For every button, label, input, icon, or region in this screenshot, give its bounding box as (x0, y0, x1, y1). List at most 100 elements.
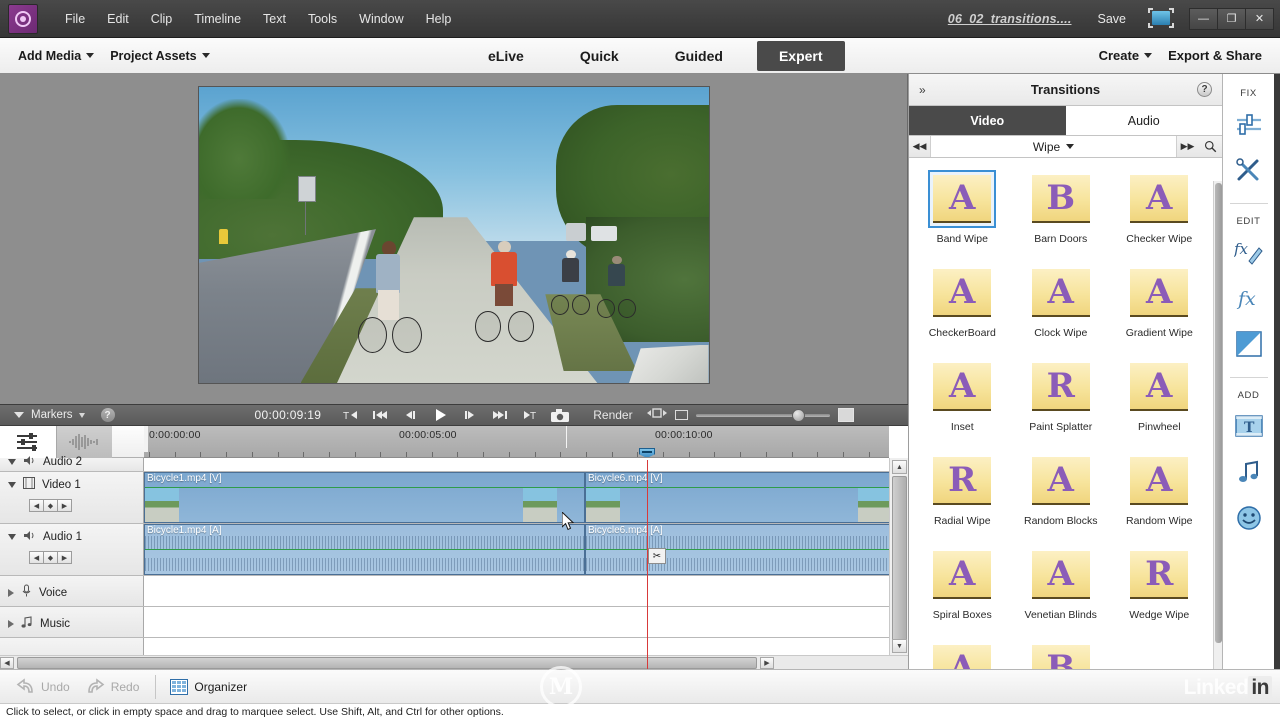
expand-track-icon[interactable] (8, 620, 14, 628)
track-voice[interactable]: Voice (0, 576, 889, 607)
transition-item[interactable]: R Paint Splatter (1012, 354, 1111, 448)
transition-item[interactable]: A Checker Wipe (1110, 166, 1209, 260)
timeline-horizontal-scrollbar[interactable]: ◀ ▶ (0, 655, 908, 669)
filter-prev-icon[interactable]: ◀◀ (909, 136, 931, 157)
transition-item[interactable]: A Venetian Blinds (1012, 542, 1111, 636)
scroll-up-icon[interactable]: ▲ (892, 460, 907, 474)
clip-bicycle6-video[interactable]: Bicycle6.mp4 [V] (585, 472, 892, 523)
help-icon[interactable]: ? (100, 408, 115, 422)
video-preview[interactable] (197, 86, 710, 384)
monitor-panel[interactable] (0, 74, 908, 404)
transition-item[interactable]: R Radial Wipe (913, 448, 1012, 542)
transition-item-partial[interactable]: B (1012, 636, 1111, 669)
track-nudge-controls-audio-1[interactable]: ◀ ◆ ▶ (29, 551, 143, 564)
transition-item[interactable]: A Spiral Boxes (913, 542, 1012, 636)
collapse-track-icon[interactable] (8, 534, 16, 540)
nudge-right-icon[interactable]: ▶ (57, 499, 72, 512)
snapshot-camera-icon[interactable] (545, 405, 575, 425)
transition-item[interactable]: B Barn Doors (1012, 166, 1111, 260)
markers-label[interactable]: Markers (31, 409, 73, 421)
collapse-track-icon[interactable] (8, 459, 16, 465)
tab-guided[interactable]: Guided (653, 41, 745, 71)
organizer-button[interactable]: Organizer (170, 678, 247, 695)
track-music[interactable]: Music (0, 607, 889, 638)
transitions-scrollbar[interactable] (1213, 181, 1222, 720)
transition-item[interactable]: A Random Wipe (1110, 448, 1209, 542)
screen-mode-icon[interactable] (1148, 7, 1174, 30)
add-media-button[interactable]: Add Media (10, 45, 102, 67)
track-header-music[interactable]: Music (0, 607, 144, 637)
step-forward-icon[interactable] (455, 405, 485, 425)
hscroll-thumb[interactable] (17, 656, 757, 669)
transition-item[interactable]: A Clock Wipe (1012, 260, 1111, 354)
transition-item[interactable]: A Random Blocks (1012, 448, 1111, 542)
nudge-center-icon[interactable]: ◆ (43, 499, 58, 512)
title-text-icon[interactable]: T (1232, 409, 1266, 443)
save-button[interactable]: Save (1098, 12, 1127, 26)
step-back-icon[interactable] (395, 405, 425, 425)
track-audio-1[interactable]: Audio 1 ◀ ◆ ▶ Bicycle1.mp4 [A] Bicycle6.… (0, 524, 892, 576)
menu-tools[interactable]: Tools (297, 8, 348, 30)
timeline-vertical-scrollbar[interactable]: ▲ ▼ (889, 458, 908, 655)
track-body-voice[interactable] (144, 576, 889, 606)
track-body-music[interactable] (144, 607, 889, 637)
scroll-right-icon[interactable]: ▶ (760, 656, 774, 669)
clip-bicycle1-audio[interactable]: Bicycle1.mp4 [A] (144, 524, 585, 575)
collapse-track-icon[interactable] (8, 482, 16, 488)
transition-item[interactable]: A Pinwheel (1110, 354, 1209, 448)
transition-icon[interactable] (1232, 327, 1266, 361)
work-area-start[interactable] (144, 426, 148, 452)
search-icon[interactable] (1198, 140, 1222, 153)
markers-expand-icon[interactable] (14, 412, 24, 418)
timeline-panel[interactable]: 0:00:00:00 00:00:05:00 00:00:10:00 Audio… (0, 426, 908, 669)
close-button[interactable]: ✕ (1245, 7, 1274, 30)
speaker-icon[interactable] (23, 528, 36, 546)
track-header-voice[interactable]: Voice (0, 576, 144, 606)
create-button[interactable]: Create (1091, 44, 1160, 67)
fit-to-window-icon[interactable] (837, 408, 854, 422)
undo-button[interactable]: Undo (16, 678, 70, 695)
render-button[interactable]: Render (593, 408, 632, 422)
speaker-icon[interactable] (23, 453, 36, 471)
track-body-audio-2[interactable] (144, 458, 889, 471)
music-note-icon[interactable] (21, 615, 33, 633)
transition-item[interactable]: A Inset (913, 354, 1012, 448)
scrollbar-thumb[interactable] (1215, 183, 1222, 643)
track-body-video-1[interactable]: Bicycle1.mp4 [V] Bicycle6.mp4 [V] (144, 472, 892, 523)
menu-text[interactable]: Text (252, 8, 297, 30)
zoom-in-icon[interactable] (674, 410, 688, 420)
zoom-slider-handle[interactable] (791, 408, 805, 422)
track-header-audio-1[interactable]: Audio 1 ◀ ◆ ▶ (0, 524, 144, 575)
go-to-prev-edit-icon[interactable]: T (335, 405, 365, 425)
menu-edit[interactable]: Edit (96, 8, 140, 30)
tab-quick[interactable]: Quick (558, 41, 641, 71)
microphone-icon[interactable] (21, 584, 32, 602)
tools-wrench-icon[interactable] (1232, 153, 1266, 187)
clip-bicycle6-audio[interactable]: Bicycle6.mp4 [A] (585, 524, 892, 575)
scroll-left-icon[interactable]: ◀ (0, 656, 14, 669)
expand-track-icon[interactable] (8, 589, 14, 597)
nudge-center-icon[interactable]: ◆ (43, 551, 58, 564)
transition-item-partial[interactable]: A (913, 636, 1012, 669)
play-icon[interactable] (425, 405, 455, 425)
smiley-graphics-icon[interactable] (1232, 501, 1266, 535)
nudge-right-icon[interactable]: ▶ (57, 551, 72, 564)
track-header-video-1[interactable]: Video 1 ◀ ◆ ▶ (0, 472, 144, 523)
tab-audio-transitions[interactable]: Audio (1065, 106, 1222, 135)
tab-elive[interactable]: eLive (466, 41, 546, 71)
tab-video-transitions[interactable]: Video (909, 106, 1066, 135)
menu-timeline[interactable]: Timeline (183, 8, 252, 30)
export-share-button[interactable]: Export & Share (1160, 44, 1270, 67)
filter-next-icon[interactable]: ▶▶ (1176, 136, 1198, 157)
menu-help[interactable]: Help (415, 8, 463, 30)
chevron-down-icon[interactable] (78, 412, 85, 418)
current-timecode[interactable]: 00:00:09:19 (255, 408, 322, 422)
track-header-audio-2[interactable]: Audio 2 (0, 456, 144, 471)
timeline-ruler[interactable]: 0:00:00:00 00:00:05:00 00:00:10:00 (144, 426, 889, 458)
music-note-icon[interactable] (1232, 455, 1266, 489)
clip-bicycle1-video[interactable]: Bicycle1.mp4 [V] (144, 472, 585, 523)
transition-item[interactable]: A Gradient Wipe (1110, 260, 1209, 354)
transitions-grid[interactable]: A Band Wipe B Barn Doors A Checker Wipe A Check… (909, 158, 1222, 669)
scroll-down-icon[interactable]: ▼ (892, 639, 907, 653)
fx-pencil-icon[interactable]: fx (1232, 235, 1266, 269)
